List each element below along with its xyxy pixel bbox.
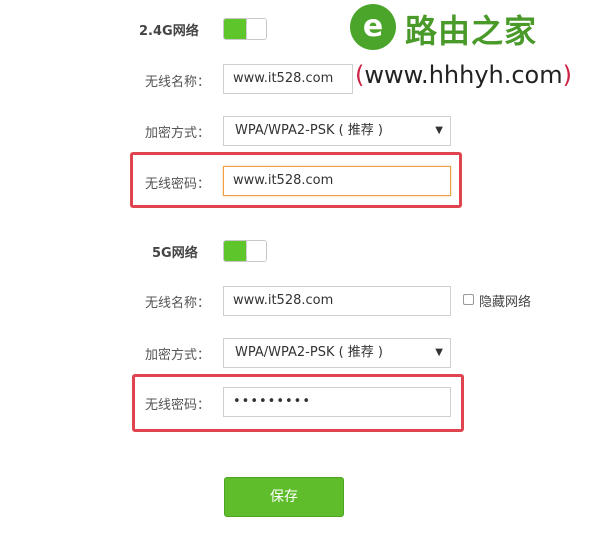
logo-e-icon: e bbox=[350, 4, 396, 50]
band5-password-input[interactable]: ••••••••• bbox=[223, 387, 451, 417]
band5-password-label: 无线密码： bbox=[144, 398, 210, 413]
band24-ssid-label: 无线名称： bbox=[144, 75, 210, 90]
band24-ssid-input[interactable]: www.it528.com bbox=[223, 64, 353, 94]
band5-security-value: WPA/WPA2-PSK ( 推荐 ) bbox=[235, 345, 384, 360]
band24-toggle[interactable] bbox=[223, 18, 267, 40]
toggle-on-fill bbox=[224, 19, 246, 39]
band24-security-label: 加密方式： bbox=[144, 126, 210, 141]
band5-toggle[interactable] bbox=[223, 240, 267, 262]
band24-security-value: WPA/WPA2-PSK ( 推荐 ) bbox=[235, 123, 384, 138]
band5-ssid-input[interactable]: www.it528.com bbox=[223, 286, 451, 316]
hide-network-checkbox[interactable] bbox=[463, 294, 474, 305]
chevron-down-icon: ▼ bbox=[435, 347, 443, 358]
hide-network-label: 隐藏网络 bbox=[479, 295, 532, 310]
chevron-down-icon: ▼ bbox=[435, 125, 443, 136]
save-button[interactable]: 保存 bbox=[224, 477, 344, 517]
toggle-on-fill bbox=[224, 241, 246, 261]
band24-title: 2.4G网络 bbox=[139, 24, 199, 39]
logo-letter: e bbox=[363, 9, 383, 44]
band24-password-label: 无线密码： bbox=[144, 177, 210, 192]
toggle-knob bbox=[246, 241, 266, 261]
band24-security-select[interactable]: WPA/WPA2-PSK ( 推荐 ) ▼ bbox=[223, 116, 451, 146]
band24-password-input[interactable]: www.it528.com bbox=[223, 166, 451, 196]
watermark-logo: e bbox=[348, 2, 398, 52]
band5-security-select[interactable]: WPA/WPA2-PSK ( 推荐 ) ▼ bbox=[223, 338, 451, 368]
toggle-knob bbox=[246, 19, 266, 39]
watermark-brand: 路由之家 bbox=[405, 12, 538, 50]
watermark-url: (www.hhhyh.com) bbox=[355, 61, 572, 89]
band5-title: 5G网络 bbox=[152, 246, 198, 261]
band5-ssid-label: 无线名称： bbox=[144, 296, 210, 311]
band5-security-label: 加密方式： bbox=[144, 348, 210, 363]
